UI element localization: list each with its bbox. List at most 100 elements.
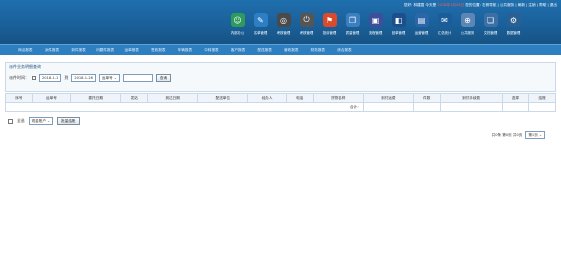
chevron-down-icon: ⌄ (113, 76, 117, 80)
date-from-input[interactable]: 2018-1-1 (39, 74, 62, 82)
toolbar-button-3[interactable]: ⏻ 考核管理 (295, 13, 318, 41)
total-settle (528, 102, 556, 112)
column-header: 结账 (528, 93, 556, 103)
chevron-down-icon: ⌄ (47, 119, 51, 123)
page-select[interactable]: 第1页 ⌄ (525, 131, 545, 139)
batch-settle-button[interactable]: 批量结账 (57, 117, 80, 125)
account-select[interactable]: 现金账户 ⌄ (28, 117, 54, 125)
account-select-value: 现金账户 (31, 119, 46, 123)
toolbar-label: 运营管理 (414, 31, 429, 35)
column-header: 选择 (501, 93, 530, 103)
column-header: 配送单位 (197, 93, 249, 103)
nav-item[interactable]: 签收报表 (145, 45, 172, 55)
total-select (501, 102, 530, 112)
toolbar-button-12[interactable]: ⚙ 数据管理 (502, 13, 525, 41)
pager-info: 共0条 第0页 共0页 (491, 132, 523, 137)
toolbar-label: 公共服务 (460, 31, 475, 35)
nav-item[interactable]: 问题件报表 (92, 45, 119, 55)
calendar-icon[interactable] (32, 76, 36, 80)
toolbar-label: 投诉管理 (322, 31, 337, 35)
settings-icon: ⚙ (506, 13, 521, 27)
to-label: 到 (64, 75, 69, 80)
time-label: 派件时间： (9, 75, 29, 80)
nav-item[interactable]: 财务报表 (305, 45, 332, 55)
date-to-input[interactable]: 2018-1-26 (71, 74, 96, 82)
complaint-icon: ⚑ (322, 13, 337, 27)
toolbar-label: 质量管理 (345, 31, 360, 35)
type-select-value: 运单号 (101, 76, 113, 80)
column-header: 货物名称 (312, 93, 364, 103)
column-header: 经办人 (247, 93, 287, 103)
column-header: 序号 (5, 93, 33, 103)
nav-item[interactable]: 配送报表 (251, 45, 278, 55)
target-icon: ◎ (276, 13, 291, 27)
select-all-label: 全选 (17, 118, 25, 123)
filter-row: 派件时间： 2018-1-1 到 2018-1-26 运单号 ⌄ 查询 (9, 74, 172, 82)
toolbar-button-4[interactable]: ⚑ 投诉管理 (318, 13, 341, 41)
toolbar-button-11[interactable]: ❏ 文档管理 (479, 13, 502, 41)
column-header: 委托日期 (70, 93, 122, 103)
toolbar-button-9[interactable]: ✉ 汇总统计 (433, 13, 456, 41)
toolbar-button-1[interactable]: ✎ 名单管理 (249, 13, 272, 41)
toolbar-button-8[interactable]: ▤ 运营管理 (410, 13, 433, 41)
nav-item[interactable]: 车辆报表 (172, 45, 199, 55)
app-header: 您好: 林建国 今天是 2018年1月26日 您的位置: 右侧导航 | 公共服务… (0, 0, 561, 44)
greeting-text: 您好: 林建国 今天是 (403, 3, 437, 7)
toolbar-label: 考核管理 (276, 31, 291, 35)
chart-icon: ▤ (414, 13, 429, 27)
nav-item[interactable]: 中转报表 (198, 45, 225, 55)
column-header: 到付运费 (362, 93, 414, 103)
nav-item[interactable]: 网点报表 (12, 45, 39, 55)
page-select-value: 第1页 (528, 133, 538, 137)
toolbar-label: 数据管理 (506, 31, 521, 35)
total-pieces (412, 102, 441, 112)
toolbar-label: 汇总统计 (437, 31, 452, 35)
user-links[interactable]: 您的位置: 右侧导航 | 公共服务 | 刷新 | 注销 | 帮助 | 退出 (465, 3, 557, 7)
nav-item[interactable]: 综合报表 (331, 45, 358, 55)
keyword-input[interactable] (122, 74, 153, 82)
query-button[interactable]: 查询 (155, 74, 172, 82)
pager: 共0条 第0页 共0页 第1页 ⌄ (492, 131, 545, 139)
chevron-down-icon: ⌄ (538, 133, 542, 137)
toolbar-label: 回单管理 (391, 31, 406, 35)
column-header: 件数 (412, 93, 441, 103)
toolbar-button-5[interactable]: ❐ 质量管理 (341, 13, 364, 41)
toolbar-label: 内部办公 (230, 31, 245, 35)
total-freight (362, 102, 414, 112)
folder-icon: ❏ (483, 13, 498, 27)
select-all-checkbox[interactable] (8, 118, 13, 124)
office-icon: ☺ (230, 13, 245, 27)
nav-item[interactable]: 营收报表 (278, 45, 305, 55)
toolbar-button-6[interactable]: ▣ 流程管理 (364, 13, 387, 41)
toolbar-label: 文档管理 (483, 31, 498, 35)
column-header: 到达日期 (147, 93, 199, 103)
toolbar-button-7[interactable]: ◧ 回单管理 (387, 13, 410, 41)
nav-item[interactable]: 运单报表 (118, 45, 145, 55)
nav-item[interactable]: 到件报表 (65, 45, 92, 55)
column-header: 电话 (285, 93, 314, 103)
toolbar-label: 考核管理 (299, 31, 314, 35)
nav-item[interactable]: 客户报表 (225, 45, 252, 55)
total-fee (439, 102, 503, 112)
user-info-bar: 您好: 林建国 今天是 2018年1月26日 您的位置: 右侧导航 | 公共服务… (404, 3, 557, 8)
type-select[interactable]: 运单号 ⌄ (98, 74, 120, 82)
report-nav: 网点报表 派件报表 到件报表 问题件报表 运单报表 签收报表 车辆报表 中转报表 客户报表 配送报… (0, 44, 561, 55)
current-date: 2018年1月26日 (437, 3, 465, 7)
receipt-icon: ◧ (391, 13, 406, 27)
toolbar-button-0[interactable]: ☺ 内部办公 (226, 13, 249, 41)
module-toolbar: ☺ 内部办公 ✎ 名单管理 ◎ 考核管理 ⏻ 考核管理 ⚑ 投诉管理 ❐ 质量管理 ▣ 流程管理 ◧ 回单管理… (226, 13, 525, 41)
column-header: 到付手续费 (439, 93, 503, 103)
results-table: 序号 运单号 委托日期 发站 到达日期 配送单位 经办人 电话 货物名称 到付运费 件数 到付手续费选… (5, 93, 556, 112)
toolbar-button-10[interactable]: ⊕ 公共服务 (456, 13, 479, 41)
toolbar-label: 流程管理 (368, 31, 383, 35)
nav-item[interactable]: 派件报表 (39, 45, 66, 55)
query-panel: 派件业务明细查询 派件时间： 2018-1-1 到 2018-1-26 运单号 … (5, 62, 556, 92)
monitor-icon: ▣ (368, 13, 383, 27)
toolbar-button-2[interactable]: ◎ 考核管理 (272, 13, 295, 41)
table-header-row: 序号 运单号 委托日期 发站 到达日期 配送单位 经办人 电话 货物名称 到付运费 件数 到付手续费选… (5, 93, 556, 103)
toolbar-label: 名单管理 (253, 31, 268, 35)
batch-actions: 全选 现金账户 ⌄ 批量结账 (8, 117, 80, 125)
column-header: 发站 (120, 93, 149, 103)
column-header: 运单号 (31, 93, 72, 103)
globe-icon: ⊕ (460, 13, 475, 27)
